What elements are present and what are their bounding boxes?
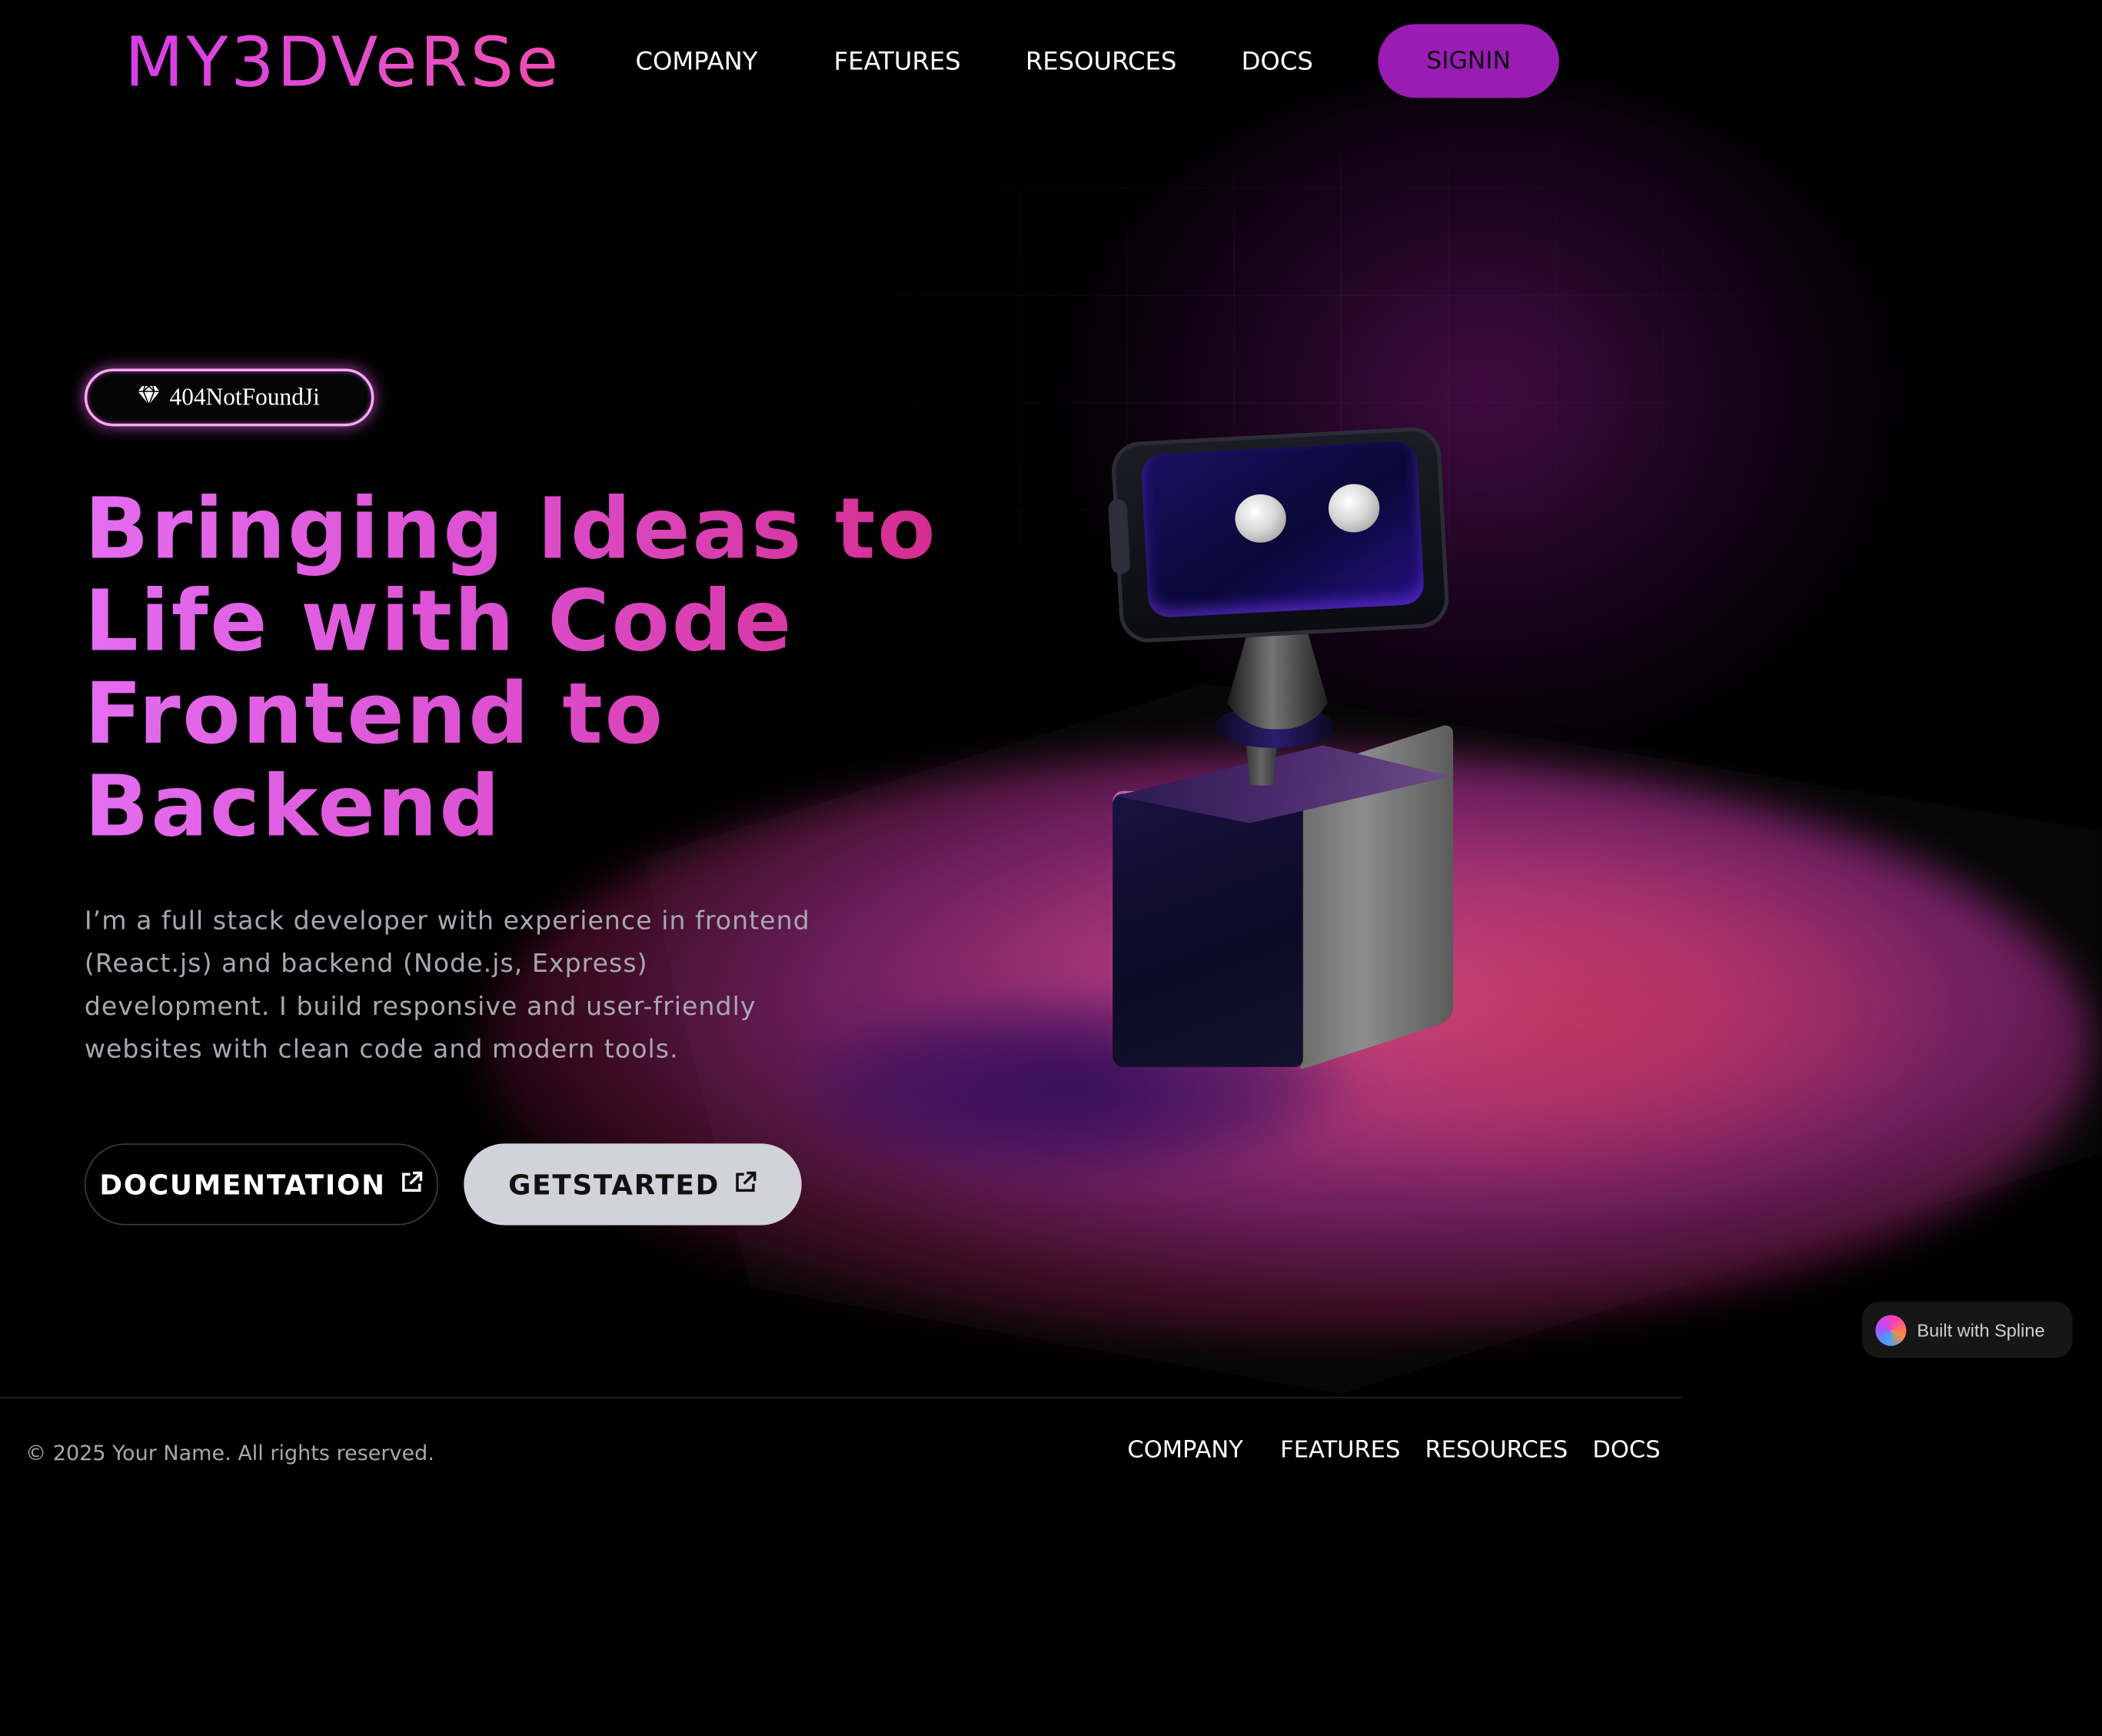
documentation-button-label: DOCUMENTATION [99, 1168, 386, 1201]
footer-divider [0, 1396, 1683, 1398]
page: MY3DVeRSe COMPANY FEATURES RESOURCES DOC… [0, 0, 2102, 1736]
footer-link-company[interactable]: COMPANY [1127, 1437, 1242, 1464]
get-started-button-label: GETSTARTED [508, 1168, 720, 1201]
robot-ear [1108, 498, 1131, 575]
spline-orb-icon [1875, 1314, 1907, 1345]
external-link-icon [736, 1171, 757, 1192]
robot-face-screen [1140, 440, 1425, 619]
footer-link-features[interactable]: FEATURES [1280, 1437, 1400, 1464]
robot-eye-left [1233, 493, 1288, 544]
footer-link-docs[interactable]: DOCS [1592, 1437, 1660, 1464]
robot-eye-right [1327, 482, 1381, 534]
robot-neck-upper [1219, 627, 1335, 730]
badge-label: 404NotFoundJi [169, 383, 320, 411]
footer-link-resources[interactable]: RESOURCES [1425, 1437, 1568, 1464]
site-header: MY3DVeRSe COMPANY FEATURES RESOURCES DOC… [0, 0, 2102, 128]
hero-description: I’m a full stack developer with experien… [84, 906, 810, 1065]
nav-link-docs[interactable]: DOCS [1242, 40, 1313, 85]
robot-3d-model[interactable] [1099, 425, 1475, 1083]
nav-link-resources[interactable]: RESOURCES [1026, 40, 1176, 85]
robot-head [1108, 425, 1451, 644]
signin-button[interactable]: SIGNIN [1378, 24, 1559, 98]
documentation-button[interactable]: DOCUMENTATION [84, 1143, 439, 1226]
site-logo[interactable]: MY3DVeRSe [125, 22, 561, 108]
spline-badge-label: Built with Spline [1917, 1319, 2045, 1340]
nav-link-features[interactable]: FEATURES [834, 40, 961, 85]
external-link-icon [401, 1171, 422, 1192]
built-with-spline-badge[interactable]: Built with Spline [1861, 1302, 2073, 1359]
author-badge: 404NotFoundJi [84, 368, 374, 427]
footer-copyright: © 2025 Your Name. All rights reserved. [25, 1441, 434, 1465]
get-started-button[interactable]: GETSTARTED [464, 1143, 802, 1226]
hero-headline: Bringing Ideas to Life with Code Fronten… [85, 483, 943, 853]
gem-icon [138, 384, 161, 404]
robot-base-front [1113, 790, 1303, 1067]
nav-link-company[interactable]: COMPANY [635, 40, 757, 85]
